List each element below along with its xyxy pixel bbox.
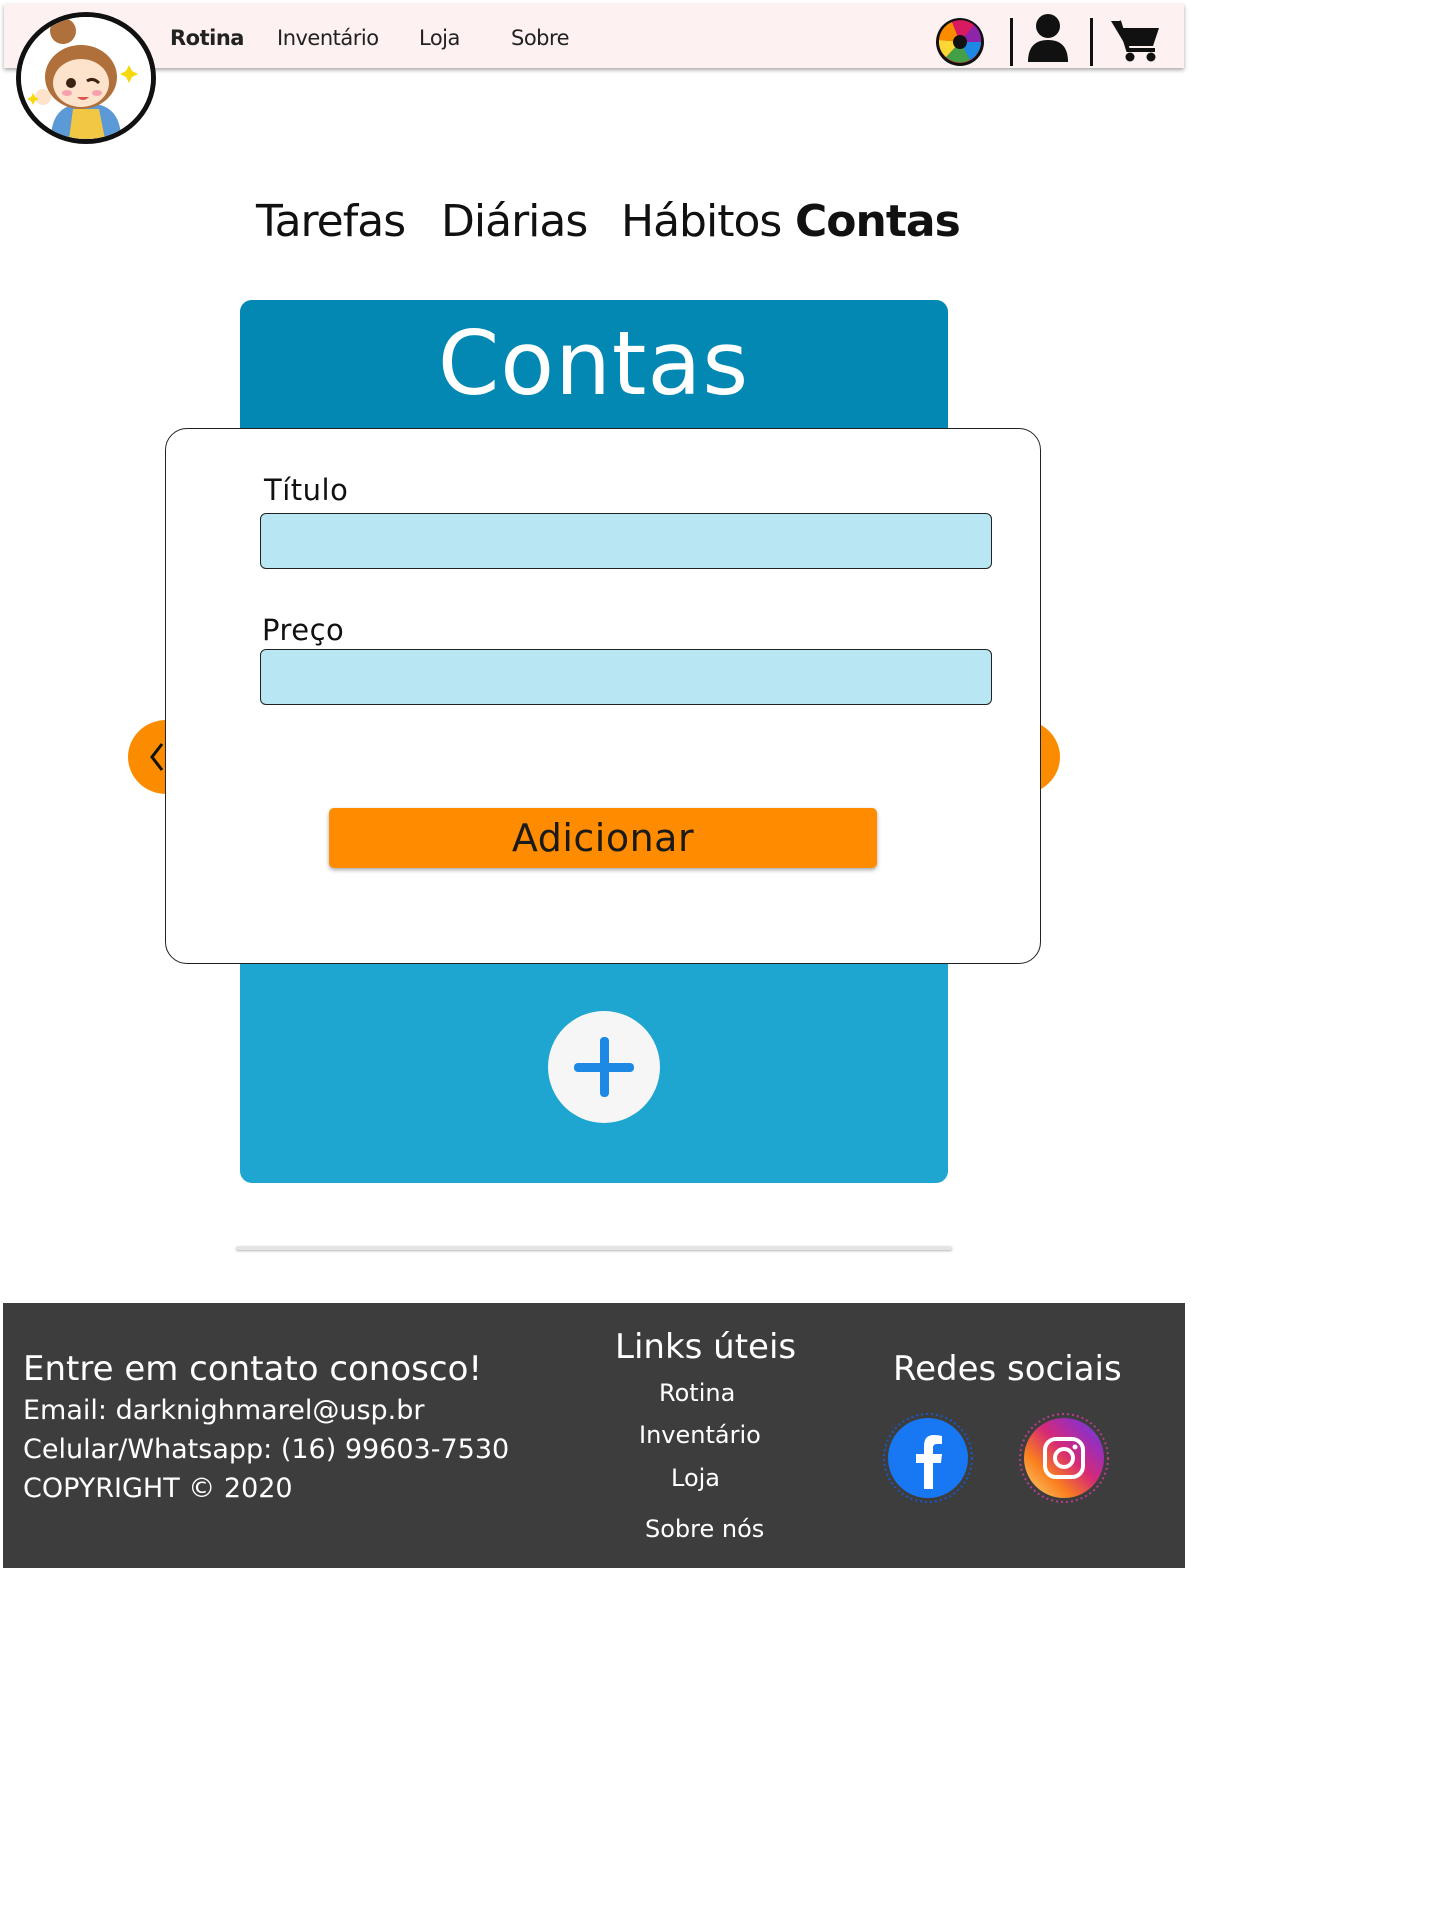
nav-link-loja[interactable]: Loja: [419, 26, 460, 50]
facebook-icon: [883, 1413, 973, 1503]
nav-link-sobre[interactable]: Sobre: [511, 26, 570, 50]
avatar[interactable]: [16, 12, 156, 144]
tab-contas[interactable]: Contas: [795, 196, 961, 247]
facebook-link[interactable]: [883, 1413, 973, 1503]
tab-diarias[interactable]: Diárias: [441, 196, 588, 247]
user-icon[interactable]: [1026, 12, 1070, 64]
footer-link-loja[interactable]: Loja: [671, 1464, 720, 1492]
tab-tarefas[interactable]: Tarefas: [256, 196, 406, 247]
add-item-button[interactable]: [548, 1011, 660, 1123]
nav-link-rotina[interactable]: Rotina: [170, 26, 244, 50]
adicionar-button[interactable]: Adicionar: [329, 808, 877, 868]
preco-input[interactable]: [260, 649, 992, 705]
cart-icon[interactable]: [1109, 18, 1161, 62]
copyright: COPYRIGHT © 2020: [23, 1473, 293, 1504]
contact-email: Email: darknighmarel@usp.br: [23, 1395, 425, 1426]
divider: [236, 1246, 952, 1250]
footer-link-inventario[interactable]: Inventário: [639, 1421, 761, 1449]
links-heading: Links úteis: [615, 1327, 797, 1367]
titulo-label: Título: [264, 473, 349, 507]
footer-link-sobre-nos[interactable]: Sobre nós: [645, 1515, 764, 1543]
add-conta-modal: Título Preço Adicionar: [165, 428, 1041, 964]
contact-heading: Entre em contato conosco!: [23, 1349, 482, 1389]
plus-icon: [574, 1037, 634, 1097]
divider: [1010, 18, 1013, 66]
titulo-input[interactable]: [260, 513, 992, 569]
panel-title: Contas: [437, 312, 750, 415]
instagram-link[interactable]: [1019, 1413, 1109, 1503]
instagram-icon: [1019, 1413, 1109, 1503]
avatar-illustration: [21, 17, 151, 139]
footer-link-rotina[interactable]: Rotina: [659, 1379, 735, 1407]
divider: [1090, 18, 1093, 66]
preco-label: Preço: [262, 613, 345, 647]
social-heading: Redes sociais: [893, 1349, 1122, 1389]
nav-link-inventario[interactable]: Inventário: [277, 26, 379, 50]
top-navbar: Rotina Inventário Loja Sobre: [4, 4, 1184, 68]
color-wheel-icon[interactable]: [934, 16, 986, 68]
header-actions: [934, 12, 1174, 68]
tab-habitos[interactable]: Hábitos: [621, 196, 782, 247]
contact-phone: Celular/Whatsapp: (16) 99603-7530: [23, 1434, 510, 1465]
footer: Entre em contato conosco! Email: darknig…: [3, 1303, 1185, 1568]
